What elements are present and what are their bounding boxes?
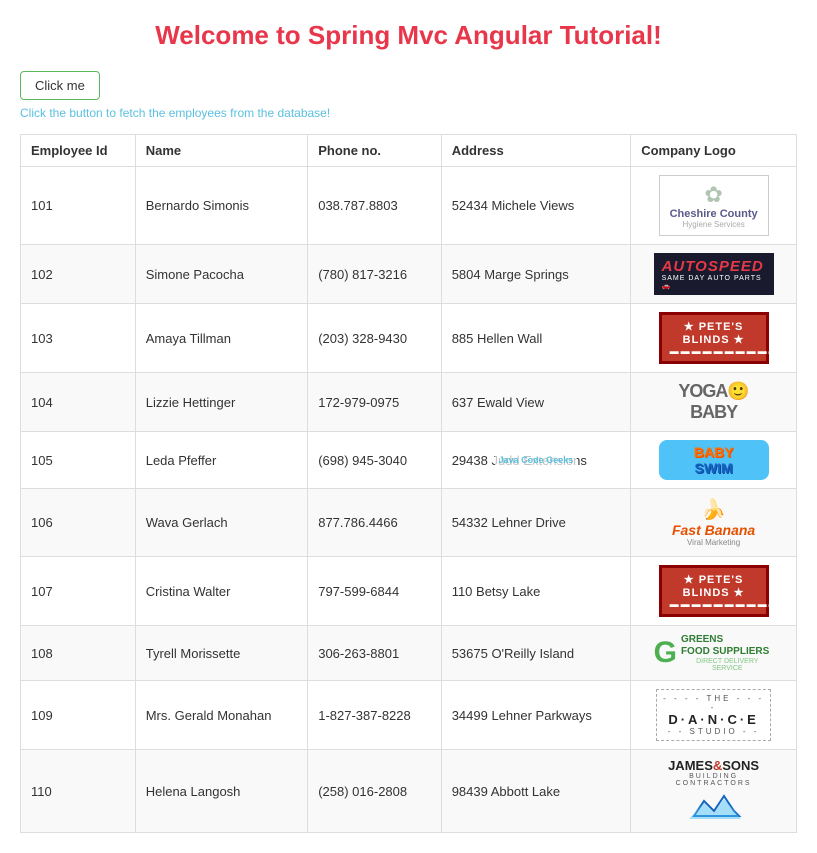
table-row: 109 Mrs. Gerald Monahan 1-827-387-8228 3… xyxy=(21,681,797,750)
cell-logo: ✿ Cheshire County Hygiene Services xyxy=(631,167,797,245)
cell-phone: 306-263-8801 xyxy=(308,626,441,681)
cell-name: Wava Gerlach xyxy=(135,489,308,557)
col-name: Name xyxy=(135,135,308,167)
cell-address: 52434 Michele Views xyxy=(441,167,631,245)
cell-id: 101 xyxy=(21,167,136,245)
cell-id: 104 xyxy=(21,373,136,432)
cell-id: 106 xyxy=(21,489,136,557)
table-row: 102 Simone Pacocha (780) 817-3216 5804 M… xyxy=(21,245,797,304)
table-row: 103 Amaya Tillman (203) 328-9430 885 Hel… xyxy=(21,304,797,373)
cell-address: 29438 Judd ExtensionsJava Code Geeks xyxy=(441,432,631,489)
cell-name: Simone Pacocha xyxy=(135,245,308,304)
table-row: 104 Lizzie Hettinger 172-979-0975 637 Ew… xyxy=(21,373,797,432)
cell-name: Helena Langosh xyxy=(135,750,308,833)
cell-id: 103 xyxy=(21,304,136,373)
table-header-row: Employee Id Name Phone no. Address Compa… xyxy=(21,135,797,167)
cell-id: 109 xyxy=(21,681,136,750)
col-id: Employee Id xyxy=(21,135,136,167)
cell-name: Lizzie Hettinger xyxy=(135,373,308,432)
cell-id: 107 xyxy=(21,557,136,626)
table-row: 101 Bernardo Simonis 038.787.8803 52434 … xyxy=(21,167,797,245)
cell-logo: JAMES&SONS BUILDING CONTRACTORS xyxy=(631,750,797,833)
cell-logo: ★ PETE'S BLINDS ★ ▬▬▬▬▬▬▬▬▬▬ xyxy=(631,304,797,373)
cell-id: 108 xyxy=(21,626,136,681)
cell-logo: 🍌 Fast Banana Viral Marketing xyxy=(631,489,797,557)
cell-address: 53675 O'Reilly Island xyxy=(441,626,631,681)
cell-address: 98439 Abbott Lake xyxy=(441,750,631,833)
page-wrapper: Welcome to Spring Mvc Angular Tutorial! … xyxy=(0,0,817,853)
table-row: 106 Wava Gerlach 877.786.4466 54332 Lehn… xyxy=(21,489,797,557)
cell-name: Leda Pfeffer xyxy=(135,432,308,489)
cell-logo: YOGA🙂BABY xyxy=(631,373,797,432)
page-title: Welcome to Spring Mvc Angular Tutorial! xyxy=(20,20,797,51)
col-address: Address xyxy=(441,135,631,167)
cell-logo: AUTOSPEED SAME DAY AUTO PARTS 🚗 xyxy=(631,245,797,304)
cell-name: Cristina Walter xyxy=(135,557,308,626)
cell-name: Mrs. Gerald Monahan xyxy=(135,681,308,750)
cell-phone: 1-827-387-8228 xyxy=(308,681,441,750)
cell-address: 54332 Lehner Drive xyxy=(441,489,631,557)
cell-logo: BABY SWIM xyxy=(631,432,797,489)
table-row: 105 Leda Pfeffer (698) 945-3040 29438 Ju… xyxy=(21,432,797,489)
cell-logo: G GREENSFOOD SUPPLIERSDIRECT DELIVERY SE… xyxy=(631,626,797,681)
cell-address: 34499 Lehner Parkways xyxy=(441,681,631,750)
cell-name: Tyrell Morissette xyxy=(135,626,308,681)
cell-logo: - - - - THE - - - - D·A·N·C·E - - STUDIO… xyxy=(631,681,797,750)
fetch-button[interactable]: Click me xyxy=(20,71,100,100)
cell-address: 885 Hellen Wall xyxy=(441,304,631,373)
cell-phone: 038.787.8803 xyxy=(308,167,441,245)
cell-phone: 797-599-6844 xyxy=(308,557,441,626)
col-phone: Phone no. xyxy=(308,135,441,167)
table-row: 107 Cristina Walter 797-599-6844 110 Bet… xyxy=(21,557,797,626)
cell-address: 637 Ewald View xyxy=(441,373,631,432)
cell-address: 5804 Marge Springs xyxy=(441,245,631,304)
cell-phone: (698) 945-3040 xyxy=(308,432,441,489)
hint-text: Click the button to fetch the employees … xyxy=(20,106,797,120)
cell-phone: (780) 817-3216 xyxy=(308,245,441,304)
cell-phone: (203) 328-9430 xyxy=(308,304,441,373)
table-row: 108 Tyrell Morissette 306-263-8801 53675… xyxy=(21,626,797,681)
cell-id: 102 xyxy=(21,245,136,304)
cell-phone: (258) 016-2808 xyxy=(308,750,441,833)
cell-name: Bernardo Simonis xyxy=(135,167,308,245)
cell-name: Amaya Tillman xyxy=(135,304,308,373)
cell-address: 110 Betsy Lake xyxy=(441,557,631,626)
employee-table: Employee Id Name Phone no. Address Compa… xyxy=(20,134,797,833)
col-logo: Company Logo xyxy=(631,135,797,167)
cell-id: 105 xyxy=(21,432,136,489)
cell-phone: 172-979-0975 xyxy=(308,373,441,432)
cell-logo: ★ PETE'S BLINDS ★ ▬▬▬▬▬▬▬▬▬▬ xyxy=(631,557,797,626)
cell-id: 110 xyxy=(21,750,136,833)
cell-phone: 877.786.4466 xyxy=(308,489,441,557)
table-row: 110 Helena Langosh (258) 016-2808 98439 … xyxy=(21,750,797,833)
